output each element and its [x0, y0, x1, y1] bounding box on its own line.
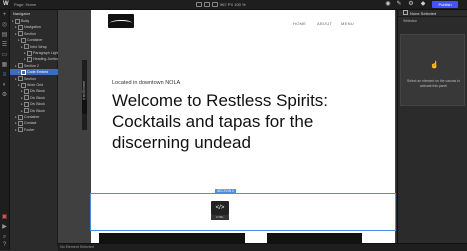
- selection-header: None Selected: [398, 10, 467, 17]
- empty-state-message: Select an element on the canvas to activ…: [407, 79, 460, 88]
- navigator-row-label: Section 2: [24, 63, 39, 68]
- navigator-row-label: Footer: [24, 127, 35, 132]
- navigator-row[interactable]: ▸ Section 2: [10, 63, 62, 69]
- element-box-icon: [18, 114, 23, 120]
- element-box-icon: [21, 82, 26, 88]
- navigator-row-label: Div Block: [30, 108, 45, 113]
- intro-paragraph[interactable]: Located in downtown NOLA: [112, 80, 180, 86]
- element-box-icon: [24, 44, 29, 50]
- cursor-click-icon: ☝: [430, 62, 439, 69]
- navigator-panel: Navigator ▸ Body ▸ Navigation ▸ Section ▸ Conta…: [10, 10, 65, 246]
- navigator-row-label: Container: [24, 115, 40, 119]
- desktop-breakpoint-icon[interactable]: [196, 2, 202, 7]
- element-box-icon: [27, 50, 32, 56]
- search-icon[interactable]: ⌕: [1, 234, 8, 241]
- navigator-title: Navigator: [13, 11, 31, 16]
- navigator-row-label: Navigation: [24, 25, 41, 30]
- choose-element-tab[interactable]: Choose an Element: [82, 60, 87, 130]
- navigator-row[interactable]: ▸ Body: [10, 18, 59, 24]
- element-box-icon: [27, 56, 32, 62]
- drops-icon[interactable]: ◆: [419, 1, 427, 8]
- page-selector[interactable]: Page: Home: [14, 2, 36, 7]
- left-icon-rail: + ◎ ▤ ☰ ▭ ▦ ≡ ◐ ⚙ ▣ ▶ ⌕ ?: [0, 10, 10, 250]
- embed-label: HTML: [211, 215, 229, 220]
- nav-link-about[interactable]: ABOUT: [317, 21, 332, 26]
- selection-header-label: None Selected: [410, 11, 437, 16]
- code-embed-selection[interactable]: SECTION 2 </> HTML: [90, 189, 396, 231]
- navigator-row-label: Contact: [24, 121, 37, 126]
- navigator-row-label: Container: [27, 38, 43, 43]
- navigator-row-label: Paragraph Light: [33, 51, 59, 55]
- navigator-row-label: Div Block: [30, 102, 45, 107]
- site-page[interactable]: HOME ABOUT MENU Located in downtown NOLA…: [90, 10, 396, 246]
- element-box-icon: [24, 101, 29, 107]
- publish-button[interactable]: Publish: [432, 1, 458, 8]
- nav-link-home[interactable]: HOME: [293, 21, 306, 26]
- navigator-row[interactable]: ▸ Section: [10, 76, 62, 82]
- design-canvas[interactable]: Choose an Element HOME ABOUT MENU Locate…: [58, 10, 431, 246]
- navigator-row-label: Intro Wrap: [30, 44, 47, 49]
- element-box-icon: [403, 10, 408, 15]
- navigator-row[interactable]: ▸ Work Grid: [10, 82, 65, 88]
- element-box-icon: [18, 31, 23, 37]
- navigator-row[interactable]: ▸ Container: [10, 37, 65, 43]
- top-toolbar: W Page: Home 967 PX 100 % ◉ ✎ ⚙ ◆ Publis…: [0, 0, 467, 10]
- element-box-icon: [24, 95, 29, 101]
- code-icon: </>: [211, 201, 229, 215]
- assets-icon[interactable]: ▦: [1, 62, 8, 69]
- element-box-icon: [18, 120, 23, 126]
- style-manager-icon[interactable]: ◐: [1, 82, 8, 89]
- element-box-icon: [24, 88, 29, 94]
- navigator-row[interactable]: ▸ Code Embed: [10, 69, 65, 76]
- cms-icon[interactable]: ☰: [1, 42, 8, 49]
- add-panel-icon[interactable]: +: [1, 12, 8, 19]
- canvas-side-handle[interactable]: [82, 100, 87, 114]
- selector-label: Selector: [403, 19, 417, 23]
- video-help-icon[interactable]: ▶: [1, 224, 8, 231]
- navigator-row-label: Code Embed: [27, 70, 48, 75]
- canvas-size-readout: 967 PX 100 %: [220, 2, 246, 7]
- element-box-icon: [18, 24, 23, 30]
- navigator-row[interactable]: ▸ Container: [10, 114, 62, 120]
- element-box-icon: [24, 108, 29, 114]
- settings-icon[interactable]: ⚙: [1, 92, 8, 99]
- ecommerce-icon[interactable]: ▭: [1, 52, 8, 59]
- app-logo[interactable]: W: [3, 1, 10, 7]
- navigator-row-label: Section: [24, 31, 36, 36]
- brand-logo[interactable]: [108, 14, 134, 28]
- element-box-icon: [21, 37, 26, 43]
- symbols-icon[interactable]: ◎: [1, 22, 8, 29]
- navigator-row-label: Heading Jumbo: [33, 57, 59, 62]
- heading-jumbo[interactable]: Welcome to Restless Spirits: Cocktails a…: [112, 90, 390, 153]
- help-icon[interactable]: ?: [1, 242, 8, 249]
- navigator-row-label: Section: [24, 76, 36, 81]
- navigator-row-label: Body: [21, 19, 30, 23]
- brush-icon[interactable]: ✎: [395, 1, 403, 8]
- empty-state: ☝ Select an element on the canvas to act…: [400, 34, 465, 106]
- preview-eye-icon[interactable]: ◉: [384, 1, 392, 8]
- pages-icon[interactable]: ▤: [1, 32, 8, 39]
- navigator-icon[interactable]: ≡: [1, 72, 8, 79]
- section-tag: SECTION 2: [215, 189, 236, 194]
- navigator-row[interactable]: ▸ Contact: [10, 120, 62, 126]
- tablet-breakpoint-icon[interactable]: [204, 2, 210, 7]
- element-box-icon: [15, 18, 20, 24]
- audit-icon[interactable]: ▣: [1, 214, 8, 221]
- mobile-breakpoint-icon[interactable]: [212, 2, 218, 7]
- navigator-row-label: Div Block: [30, 95, 45, 100]
- navigator-row[interactable]: ▸ Section: [10, 31, 62, 37]
- nav-link-menu[interactable]: MENU: [341, 21, 354, 26]
- element-box-icon: [18, 63, 23, 69]
- gear-icon[interactable]: ⚙: [407, 1, 415, 8]
- style-panel: None Selected Selector ☝ Select an eleme…: [397, 10, 467, 250]
- navigator-row-label: Div Block: [30, 89, 45, 94]
- element-box-icon: [18, 127, 23, 133]
- navigator-row[interactable]: ▸ Footer: [10, 127, 62, 133]
- element-box-icon: [18, 76, 23, 82]
- element-box-icon: [21, 69, 26, 75]
- status-text: No Element Selected: [60, 245, 94, 249]
- navigator-row[interactable]: ▸ Navigation: [10, 24, 62, 30]
- navigator-row-label: Work Grid: [27, 83, 44, 87]
